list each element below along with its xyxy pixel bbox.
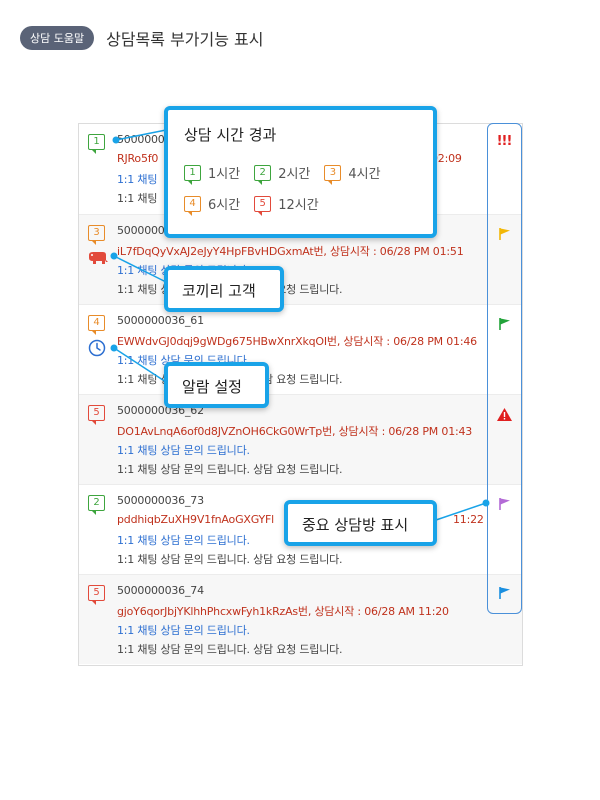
important-room-callout: 중요 상담방 표시: [284, 500, 437, 546]
item-id: 5000000036_73: [117, 494, 204, 507]
legend-label: 2시간: [278, 167, 311, 182]
urgent-exclaim: !!!: [496, 134, 513, 149]
callout-label: 알람 설정: [182, 378, 242, 396]
callout-label: 코끼리 고객: [182, 282, 256, 300]
item-id: 5000000036_61: [117, 314, 204, 327]
elapsed-badge: 5: [88, 405, 105, 425]
blue-flag-icon[interactable]: [498, 586, 512, 600]
item-name: gjoY6qorJbjYKlhhPhcxwFyh1kRzAs번, 상담시작 : …: [117, 605, 449, 618]
warning-icon: [497, 408, 512, 421]
legend-label: 1시간: [208, 167, 241, 182]
legend-badge: 4: [184, 195, 201, 216]
alarm-clock-icon: [88, 339, 106, 357]
legend-item: 2 2시간: [254, 163, 311, 185]
item-message-2: 1:1 채팅 상담 문의 드립니다. 상담 요청 드립니다.: [117, 463, 343, 476]
item-message-2: 1:1 채팅 상담 문의 드립니다. 상담 요청 드립니다.: [117, 553, 343, 566]
item-name: pddhiqbZuXH9V1fnAoGXGYFl: [117, 513, 275, 526]
purple-flag-icon[interactable]: [498, 497, 512, 511]
item-id: 5000000036_74: [117, 584, 204, 597]
callout-label: 중요 상담방 표시: [302, 516, 409, 534]
item-name: RJRo5f0: [117, 152, 159, 165]
list-item[interactable]: 5 5000000036_74 gjoY6qorJbjYKlhhPhcxwFyh…: [79, 574, 522, 664]
legend-label: 6시간: [208, 198, 241, 213]
legend-badge: 2: [254, 164, 272, 185]
item-name: DO1AvLnqA6of0d8JVZnOH6CkG0WrTp번, 상담시작 : …: [117, 425, 473, 438]
item-message-2: 1:1 채팅 상담 문의 드립니다. 상담 요청 드립니다.: [117, 643, 343, 656]
elapsed-badge: 4: [88, 315, 105, 335]
legend-label: 12시간: [278, 198, 319, 213]
legend-badge: 3: [324, 164, 342, 185]
elapsed-badge: 1: [88, 134, 105, 154]
status-column: !!!: [487, 123, 522, 614]
legend-item: 1 1시간: [184, 163, 241, 185]
elapsed-badge: 3: [88, 225, 105, 245]
alarm-setting-callout: 알람 설정: [164, 362, 269, 408]
item-message-2: 1:1 채팅: [117, 192, 158, 205]
list-item[interactable]: 5 5000000036_62 DO1AvLnqA6of0d8JVZnOH6Ck…: [79, 394, 522, 484]
item-name: iL7fDqQyVxAJ2eJyY4HpFBvHDGxmAt번, 상담시작 : …: [117, 245, 464, 258]
legend-label: 4시간: [348, 167, 381, 182]
item-time: 11:22: [453, 513, 484, 526]
help-badge[interactable]: 상담 도움말: [20, 26, 95, 50]
item-name: EWWdvGJ0dqj9gWDg675HBwXnrXkqOI번, 상담시작 : …: [117, 335, 477, 348]
callout-title: 상담 시간 경과: [184, 126, 277, 144]
legend-item: 5 12시간: [254, 194, 319, 216]
header: 상담 도움말 상담목록 부가기능 표시: [20, 26, 263, 50]
legend-item: 3 4시간: [324, 163, 381, 185]
page-title: 상담목록 부가기능 표시: [106, 30, 264, 49]
legend-item: 4 6시간: [184, 194, 241, 216]
legend-badge: 1: [184, 164, 201, 185]
elapsed-badge: 5: [88, 585, 105, 605]
item-message: 1:1 채팅 상담 문의 드립니다.: [117, 534, 250, 547]
elapsed-time-callout: 상담 시간 경과 1 1시간 2 2시간 3 4시간 4 6시간 5 12시간: [164, 106, 437, 238]
item-message: 1:1 채팅: [117, 173, 158, 186]
item-message: 1:1 채팅 상담 문의 드립니다.: [117, 444, 250, 457]
elapsed-badge: 2: [88, 495, 105, 515]
item-message: 1:1 채팅 상담 문의 드립니다.: [117, 624, 250, 637]
elephant-icon: [89, 252, 108, 264]
legend-badge: 5: [254, 195, 272, 216]
list-item[interactable]: 4 5000000036_61 EWWdvGJ0dqj9gWDg675HBwXn…: [79, 304, 522, 394]
green-flag-icon[interactable]: [498, 317, 512, 331]
elephant-customer-callout: 코끼리 고객: [164, 266, 284, 312]
elapsed-legend: 1 1시간 2 2시간 3 4시간 4 6시간 5 12시간: [184, 163, 417, 216]
yellow-flag-icon[interactable]: [498, 227, 512, 241]
